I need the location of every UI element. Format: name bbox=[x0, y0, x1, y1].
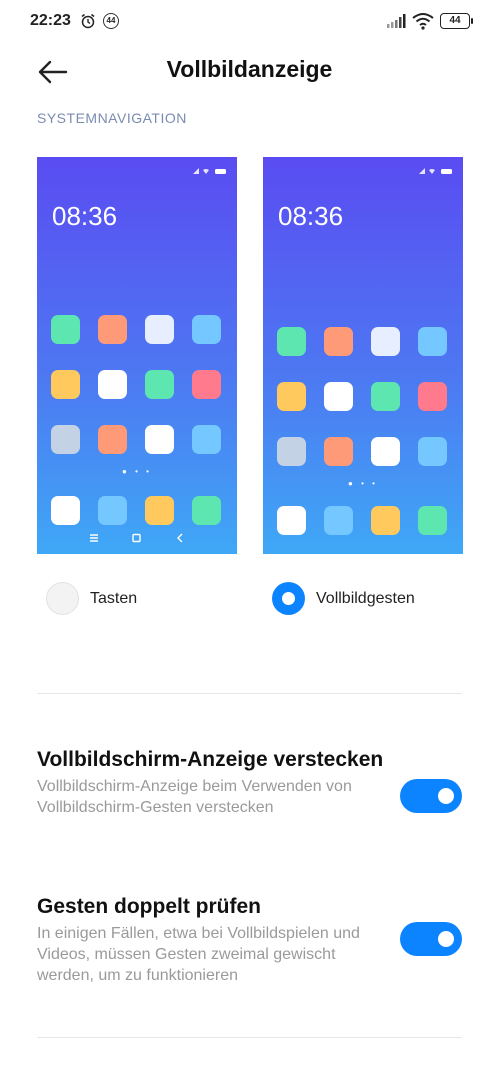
radio-gestures[interactable] bbox=[272, 582, 305, 615]
app-icon bbox=[418, 382, 447, 411]
app-icon bbox=[145, 496, 174, 525]
app-icon bbox=[371, 382, 400, 411]
setting-double-check-gestures[interactable]: Gesten doppelt prüfen In einigen Fällen,… bbox=[37, 893, 462, 986]
app-icon bbox=[145, 370, 174, 399]
toggle-knob bbox=[438, 788, 454, 804]
option-buttons-label: Tasten bbox=[90, 590, 138, 607]
toggle-double-check-gestures[interactable] bbox=[400, 922, 462, 956]
mini-status-icons bbox=[193, 168, 226, 174]
menu-icon bbox=[90, 534, 98, 542]
app-icon bbox=[51, 425, 80, 454]
app-icon bbox=[324, 327, 353, 356]
app-icon bbox=[418, 506, 447, 535]
battery-level: 44 bbox=[449, 15, 461, 26]
preview-clock: 08:36 bbox=[52, 201, 118, 231]
app-icon bbox=[145, 315, 174, 344]
divider bbox=[37, 693, 462, 694]
app-grid bbox=[277, 327, 449, 466]
toggle-knob bbox=[438, 931, 454, 947]
app-dock bbox=[51, 496, 223, 525]
app-icon bbox=[371, 506, 400, 535]
app-icon bbox=[192, 370, 221, 399]
app-icon bbox=[277, 506, 306, 535]
alarm-clock-icon bbox=[81, 13, 95, 29]
section-label: SYSTEMNAVIGATION bbox=[37, 110, 187, 126]
app-icon bbox=[51, 315, 80, 344]
toggle-hide-fullscreen-indicator[interactable] bbox=[400, 779, 462, 813]
setting-title: Vollbildschirm-Anzeige verstecken bbox=[37, 748, 384, 771]
app-icon bbox=[98, 315, 127, 344]
setting-title: Gesten doppelt prüfen bbox=[37, 895, 262, 918]
page-title: Vollbildanzeige bbox=[166, 56, 333, 82]
app-icon bbox=[418, 327, 447, 356]
setting-hide-fullscreen-indicator[interactable]: Vollbildschirm-Anzeige verstecken Vollbi… bbox=[37, 746, 462, 818]
navigation-keys bbox=[90, 533, 183, 543]
app-icon bbox=[145, 425, 174, 454]
app-icon bbox=[324, 382, 353, 411]
app-grid bbox=[51, 315, 223, 454]
battery-icon: 44 bbox=[440, 13, 473, 29]
app-icon bbox=[324, 506, 353, 535]
app-icon bbox=[324, 437, 353, 466]
app-icon bbox=[192, 496, 221, 525]
status-time: 22:23 bbox=[30, 12, 71, 29]
signal-strength-icon bbox=[387, 14, 406, 28]
app-icon bbox=[98, 425, 127, 454]
back-chevron-icon bbox=[177, 533, 183, 543]
option-buttons[interactable]: Tasten bbox=[46, 582, 246, 616]
app-icon bbox=[277, 437, 306, 466]
home-square-icon bbox=[132, 533, 141, 543]
app-icon bbox=[371, 327, 400, 356]
app-icon bbox=[51, 370, 80, 399]
notification-badge: 44 bbox=[103, 13, 119, 29]
app-icon bbox=[277, 382, 306, 411]
app-icon bbox=[192, 425, 221, 454]
option-gestures[interactable]: Vollbildgesten bbox=[272, 582, 472, 616]
page-indicator: ● • • bbox=[122, 467, 152, 476]
app-icon bbox=[98, 496, 127, 525]
app-icon bbox=[277, 327, 306, 356]
app-icon bbox=[418, 437, 447, 466]
radio-buttons[interactable] bbox=[46, 582, 79, 615]
preview-gestures-navigation[interactable]: 08:36 ● • • bbox=[263, 157, 463, 554]
preview-clock: 08:36 bbox=[278, 201, 344, 231]
setting-subtitle: In einigen Fällen, etwa bei Vollbildspie… bbox=[37, 925, 360, 984]
mini-status-icons bbox=[419, 168, 452, 174]
page-indicator: ● • • bbox=[348, 479, 378, 488]
option-gestures-label: Vollbildgesten bbox=[316, 590, 415, 607]
app-icon bbox=[98, 370, 127, 399]
preview-buttons-navigation[interactable]: 08:36 ● • • bbox=[37, 157, 237, 554]
app-icon bbox=[192, 315, 221, 344]
setting-subtitle: Vollbildschirm-Anzeige beim Verwenden vo… bbox=[37, 778, 352, 816]
status-bar: 22:23 44 44 bbox=[0, 0, 499, 44]
app-icon bbox=[371, 437, 400, 466]
divider bbox=[37, 1037, 462, 1038]
wifi-icon bbox=[412, 13, 434, 30]
app-dock bbox=[277, 506, 449, 535]
app-icon bbox=[51, 496, 80, 525]
